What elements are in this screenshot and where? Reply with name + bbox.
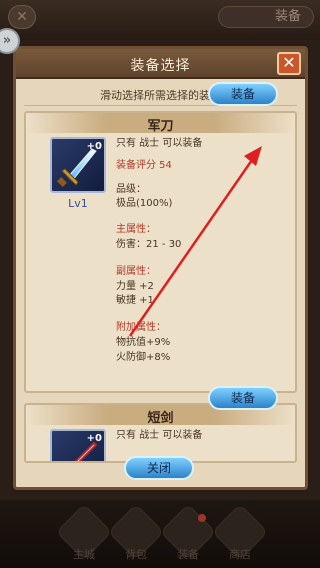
enhance-level-badge: +0 bbox=[86, 433, 102, 444]
dialog-close-icon[interactable]: ✕ bbox=[277, 52, 301, 75]
extra-attr-value: 火防御+8% bbox=[116, 352, 171, 363]
equipment-select-dialog: 装备选择 ✕ 滑动选择所需选择的装备 军刀 +0 Lv1 只有 战士 可以装备 … bbox=[13, 46, 308, 490]
nav-label: 商店 bbox=[229, 548, 251, 561]
nav-item-shop[interactable]: 商店 bbox=[211, 503, 269, 562]
equipment-card: 军刀 +0 Lv1 只有 战士 可以装备 装备评分 54 品级： 极品(100%… bbox=[24, 111, 297, 393]
nav-label: 主城 bbox=[73, 548, 95, 561]
top-bar: ✕ 装备 bbox=[0, 0, 320, 40]
main-attr-label: 主属性： bbox=[116, 224, 156, 235]
equip-tab-button[interactable]: 装备 bbox=[218, 6, 314, 28]
notification-dot bbox=[198, 514, 206, 522]
quality-label: 品级： bbox=[116, 184, 146, 195]
enhance-level-badge: +0 bbox=[86, 141, 102, 152]
dialog-title: 装备选择 bbox=[130, 58, 191, 74]
nav-item-bag[interactable]: 背包 bbox=[107, 503, 165, 562]
dialog-header: 装备选择 ✕ bbox=[16, 49, 305, 79]
sub-attr-value: 力量 +2 bbox=[116, 281, 154, 292]
bottom-nav: 主城 背包 装备 商店 bbox=[0, 500, 320, 568]
equip-button[interactable]: 装备 bbox=[208, 82, 278, 106]
item-slot[interactable]: +0 bbox=[50, 429, 106, 461]
close-button[interactable]: 关闭 bbox=[124, 456, 194, 480]
equipment-card: 短剑 +0 只有 战士 可以装备 bbox=[24, 403, 297, 463]
nav-item-main-city[interactable]: 主城 bbox=[55, 503, 113, 562]
sub-attr-label: 副属性： bbox=[116, 266, 156, 277]
item-slot[interactable]: +0 bbox=[50, 137, 106, 193]
nav-label: 装备 bbox=[177, 548, 199, 561]
quality-value: 极品(100%) bbox=[116, 198, 173, 209]
card-header: 军刀 bbox=[26, 113, 295, 134]
class-restriction: 只有 战士 可以装备 bbox=[116, 430, 203, 441]
class-restriction: 只有 战士 可以装备 bbox=[116, 138, 203, 149]
item-name: 军刀 bbox=[147, 119, 174, 134]
equip-button[interactable]: 装备 bbox=[208, 386, 278, 410]
nav-label: 背包 bbox=[125, 548, 147, 561]
main-attr-value: 伤害：21 - 30 bbox=[116, 239, 182, 250]
nav-item-equipment[interactable]: 装备 bbox=[159, 503, 217, 562]
sub-attr-value: 敏捷 +1 bbox=[116, 295, 154, 306]
extra-attr-label: 附加属性： bbox=[116, 322, 166, 333]
item-level: Lv1 bbox=[68, 197, 88, 210]
extra-attr-value: 物抗值+9% bbox=[116, 337, 171, 348]
close-icon[interactable]: ✕ bbox=[8, 5, 36, 29]
equipment-score: 装备评分 54 bbox=[116, 160, 172, 171]
